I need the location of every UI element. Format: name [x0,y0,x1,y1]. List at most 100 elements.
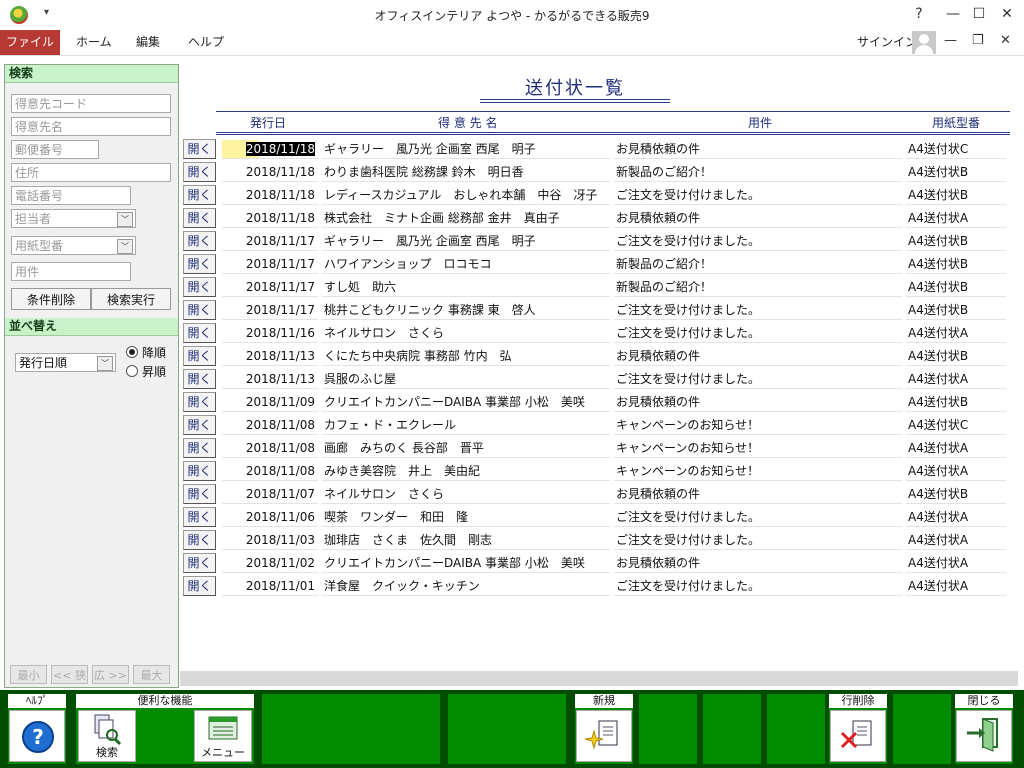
customer-cell[interactable]: クリエイトカンパニーDAIBA 事業部 小松 美咲 [322,554,610,573]
zoom-min-button[interactable]: 最小 [10,665,47,684]
customer-cell[interactable]: ギャラリー 風乃光 企画室 西尾 明子 [322,140,610,159]
search-function-button[interactable]: 検索 [78,710,136,762]
open-record-button[interactable]: 開く [183,346,216,366]
subject-cell[interactable]: キャンペーンのお知らせ！ [614,416,902,435]
customer-cell[interactable]: 画廊 みちのく 長谷部 晋平 [322,439,610,458]
customer-cell[interactable]: 喫茶 ワンダー 和田 隆 [322,508,610,527]
open-record-button[interactable]: 開く [183,162,216,182]
signin-link[interactable]: サインイン [857,30,917,55]
address-field[interactable]: 住所 [11,163,171,182]
customer-cell[interactable]: ネイルサロン さくら [322,485,610,504]
paper-type-cell[interactable]: A4送付状B [906,186,1006,205]
paper-type-cell[interactable]: A4送付状C [906,140,1006,159]
customer-cell[interactable]: クリエイトカンパニーDAIBA 事業部 小松 美咲 [322,393,610,412]
paper-type-cell[interactable]: A4送付状C [906,416,1006,435]
subject-cell[interactable]: ご注文を受け付けました。 [614,232,902,251]
date-cell[interactable]: 2018/11/18 [222,209,318,228]
open-record-button[interactable]: 開く [183,415,216,435]
subject-cell[interactable]: ご注文を受け付けました。 [614,324,902,343]
date-cell[interactable]: 2018/11/06 [222,508,318,527]
paper-type-cell[interactable]: A4送付状A [906,439,1006,458]
subject-cell[interactable]: ご注文を受け付けました。 [614,508,902,527]
date-cell[interactable]: 2018/11/17 [222,301,318,320]
subject-cell[interactable]: キャンペーンのお知らせ！ [614,462,902,481]
subject-cell[interactable]: お見積依頼の件 [614,485,902,504]
paper-type-cell[interactable]: A4送付状A [906,554,1006,573]
staff-select[interactable]: 担当者 ﹀ [11,209,136,228]
date-cell[interactable]: 2018/11/08 [222,439,318,458]
open-record-button[interactable]: 開く [183,438,216,458]
subject-cell[interactable]: 新製品のご紹介！ [614,255,902,274]
customer-cell[interactable]: カフェ・ド・エクレール [322,416,610,435]
phone-field[interactable]: 電話番号 [11,186,131,205]
open-record-button[interactable]: 開く [183,323,216,343]
delete-row-button[interactable] [830,710,886,762]
close-form-button[interactable] [956,710,1012,762]
open-record-button[interactable]: 開く [183,300,216,320]
date-cell[interactable]: 2018/11/13 [222,370,318,389]
subject-cell[interactable]: キャンペーンのお知らせ！ [614,439,902,458]
doc-close-button[interactable]: ✕ [1000,33,1011,48]
open-record-button[interactable]: 開く [183,369,216,389]
customer-code-field[interactable]: 得意先コード [11,94,171,113]
new-record-button[interactable] [576,710,632,762]
date-cell[interactable]: 2018/11/08 [222,462,318,481]
paper-type-cell[interactable]: A4送付状A [906,370,1006,389]
customer-cell[interactable]: ネイルサロン さくら [322,324,610,343]
zoom-max-button[interactable]: 最大 [133,665,170,684]
subject-cell[interactable]: お見積依頼の件 [614,347,902,366]
open-record-button[interactable]: 開く [183,139,216,159]
subject-cell[interactable]: 新製品のご紹介！ [614,278,902,297]
customer-cell[interactable]: ハワイアンショップ ロコモコ [322,255,610,274]
subject-cell[interactable]: お見積依頼の件 [614,209,902,228]
customer-cell[interactable]: ギャラリー 風乃光 企画室 西尾 明子 [322,232,610,251]
open-record-button[interactable]: 開く [183,254,216,274]
paper-type-select[interactable]: 用紙型番 ﹀ [11,236,136,255]
date-cell[interactable]: 2018/11/03 [222,531,318,550]
postal-code-field[interactable]: 郵便番号 [11,140,99,159]
date-cell[interactable]: 2018/11/17 [222,232,318,251]
subject-cell[interactable]: お見積依頼の件 [614,393,902,412]
paper-type-cell[interactable]: A4送付状B [906,278,1006,297]
open-record-button[interactable]: 開く [183,461,216,481]
chevron-down-icon[interactable]: ﹀ [97,356,113,371]
sort-desc-radio[interactable]: 降順 [126,344,166,361]
chevron-down-icon[interactable]: ﹀ [117,212,133,227]
chevron-down-icon[interactable]: ﹀ [117,239,133,254]
help-button[interactable]: ? [9,710,65,762]
open-record-button[interactable]: 開く [183,484,216,504]
paper-type-cell[interactable]: A4送付状B [906,301,1006,320]
paper-type-cell[interactable]: A4送付状B [906,232,1006,251]
paper-type-cell[interactable]: A4送付状B [906,347,1006,366]
customer-cell[interactable]: 株式会社 ミナト企画 総務部 金井 真由子 [322,209,610,228]
window-close-button[interactable]: ✕ [996,4,1018,24]
menu-function-button[interactable]: メニュー [194,710,252,762]
subject-cell[interactable]: お見積依頼の件 [614,554,902,573]
open-record-button[interactable]: 開く [183,185,216,205]
customer-cell[interactable]: 呉服のふじ屋 [322,370,610,389]
open-record-button[interactable]: 開く [183,277,216,297]
customer-cell[interactable]: みゆき美容院 井上 美由紀 [322,462,610,481]
date-cell[interactable]: 2018/11/01 [222,577,318,596]
date-cell[interactable]: 2018/11/02 [222,554,318,573]
customer-cell[interactable]: 洋食屋 クイック・キッチン [322,577,610,596]
horizontal-scrollbar[interactable] [180,671,1018,686]
zoom-narrow-button[interactable]: << 狭 [51,665,88,684]
date-cell[interactable]: 2018/11/08 [222,416,318,435]
open-record-button[interactable]: 開く [183,507,216,527]
open-record-button[interactable]: 開く [183,530,216,550]
subject-cell[interactable]: ご注文を受け付けました。 [614,301,902,320]
menu-file[interactable]: ファイル [0,30,60,55]
date-cell[interactable]: 2018/11/17 [222,278,318,297]
paper-type-cell[interactable]: A4送付状A [906,324,1006,343]
paper-type-cell[interactable]: A4送付状B [906,485,1006,504]
date-cell[interactable]: 2018/11/13 [222,347,318,366]
user-avatar-icon[interactable] [912,31,936,54]
customer-cell[interactable]: 珈琲店 さくま 佐久間 剛志 [322,531,610,550]
paper-type-cell[interactable]: A4送付状A [906,531,1006,550]
date-cell[interactable]: 2018/11/18 [222,186,318,205]
run-search-button[interactable]: 検索実行 [91,288,171,310]
zoom-wide-button[interactable]: 広 >> [92,665,129,684]
paper-type-cell[interactable]: A4送付状A [906,577,1006,596]
menu-home[interactable]: ホーム [76,30,112,55]
